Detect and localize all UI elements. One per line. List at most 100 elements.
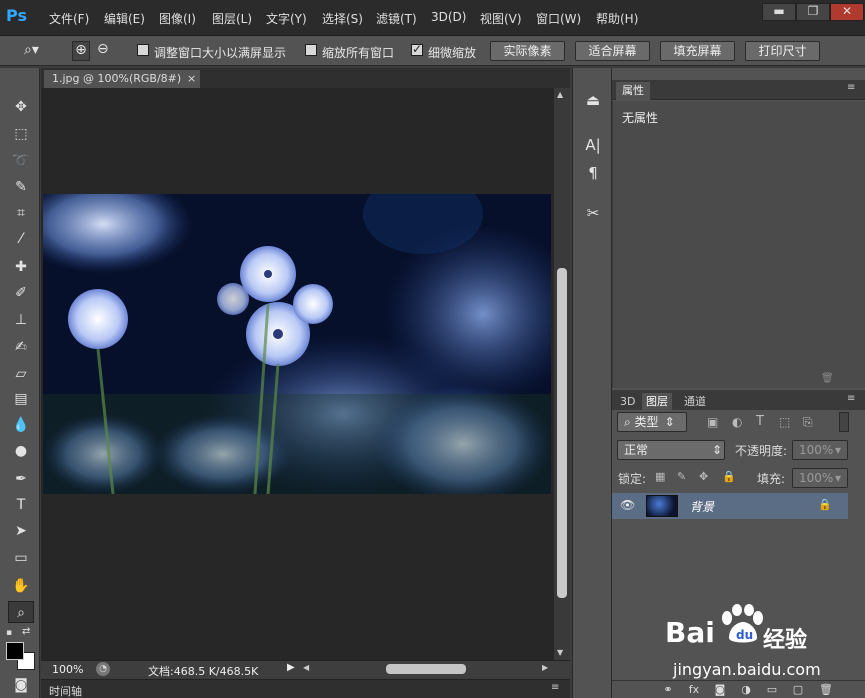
tab-layers[interactable]: 图层 [642, 393, 672, 410]
history-panel-icon[interactable]: ⏏ [581, 88, 605, 112]
zoom-tool-icon[interactable]: ⌕ [8, 601, 34, 623]
layer-style-icon[interactable]: fx [686, 682, 702, 698]
menu-window[interactable]: 窗口(W) [536, 10, 581, 27]
lock-position-icon[interactable]: ✥ [699, 470, 708, 483]
character-panel-icon[interactable]: A| [581, 133, 605, 157]
lock-all-icon[interactable]: 🔒 [722, 470, 736, 483]
restore-button[interactable]: ❐ [796, 3, 830, 21]
document-tab[interactable]: 1.jpg @ 100%(RGB/8#) × [44, 70, 200, 88]
fit-screen-button[interactable]: 适合屏幕 [575, 41, 650, 61]
menu-image[interactable]: 图像(I) [159, 10, 196, 27]
blend-mode-dropdown[interactable]: 正常 ⇕ [617, 440, 725, 460]
minimize-button[interactable]: ▬ [762, 3, 796, 21]
menu-type[interactable]: 文字(Y) [266, 10, 307, 27]
move-tool-icon[interactable]: ✥ [8, 96, 34, 118]
document-image[interactable] [13, 174, 583, 504]
new-layer-icon[interactable]: ▢ [790, 682, 806, 698]
dodge-tool-icon[interactable]: ● [8, 440, 34, 462]
properties-trash-icon[interactable]: 🗑 [821, 373, 834, 384]
filter-toggle[interactable] [839, 412, 849, 432]
shape-tool-icon[interactable]: ▭ [8, 547, 34, 569]
pen-tool-icon[interactable]: ✒ [8, 468, 34, 490]
lasso-tool-icon[interactable]: ➰ [8, 150, 34, 172]
swap-colors-icon[interactable]: ⇄ [22, 626, 34, 638]
blur-tool-icon[interactable]: 💧 [8, 414, 34, 436]
gradient-tool-icon[interactable]: ▤ [8, 388, 34, 410]
resize-windows-checkbox[interactable] [137, 44, 149, 56]
lock-transparent-icon[interactable]: ▦ [655, 470, 665, 483]
vertical-scrollbar[interactable]: ▲ ▼ [554, 88, 570, 660]
hand-tool-icon[interactable]: ✋ [8, 575, 34, 597]
paragraph-panel-icon[interactable]: ¶ [581, 161, 605, 185]
filter-smart-object-icon[interactable]: ⎘ [803, 415, 813, 430]
lock-pixels-icon[interactable]: ✎ [677, 470, 686, 483]
link-layers-icon[interactable]: ⚭ [660, 682, 676, 698]
new-adjustment-icon[interactable]: ◑ [738, 682, 754, 698]
type-tool-icon[interactable]: T [8, 494, 34, 516]
zoom-level[interactable]: 100% [52, 663, 83, 676]
filter-adjustment-icon[interactable]: ◐ [732, 415, 742, 429]
filter-type-icon[interactable]: T [756, 414, 764, 429]
menu-select[interactable]: 选择(S) [322, 10, 363, 27]
foreground-color-swatch[interactable] [6, 642, 24, 660]
layers-menu-icon[interactable]: ≡ [847, 393, 855, 404]
properties-tab[interactable]: 属性 [616, 82, 650, 100]
menu-view[interactable]: 视图(V) [480, 10, 522, 27]
stamp-tool-icon[interactable]: ⊥ [8, 309, 34, 331]
eyedropper-tool-icon[interactable]: ⁄ [8, 228, 34, 250]
delete-layer-icon[interactable]: 🗑 [818, 682, 834, 698]
healing-brush-tool-icon[interactable]: ✚ [8, 256, 34, 278]
scroll-left-icon[interactable]: ◀ [303, 663, 309, 672]
zoom-all-windows-checkbox[interactable] [305, 44, 317, 56]
scroll-right-icon[interactable]: ▶ [542, 663, 548, 672]
fill-value: 100% [799, 471, 834, 485]
add-mask-icon[interactable]: ◙ [712, 682, 728, 698]
layer-row-background[interactable]: 👁 背景 🔒 [612, 493, 848, 519]
actual-pixels-button[interactable]: 实际像素 [490, 41, 565, 61]
eraser-tool-icon[interactable]: ▱ [8, 363, 34, 385]
fill-input[interactable]: 100% ▾ [792, 468, 848, 488]
tab-channels[interactable]: 通道 [680, 393, 710, 410]
tab-close-icon[interactable]: × [187, 70, 196, 88]
scrubby-zoom-checkbox[interactable] [411, 42, 423, 56]
crop-tool-icon[interactable]: ⌗ [8, 202, 34, 224]
filter-pixel-icon[interactable]: ▣ [707, 415, 718, 429]
timeline-tab[interactable]: 时间轴 [49, 683, 82, 698]
layer-visibility-eye-icon[interactable]: 👁 [620, 498, 635, 512]
properties-menu-icon[interactable]: ≡ [847, 82, 855, 93]
scroll-down-icon[interactable]: ▼ [557, 648, 563, 657]
path-select-tool-icon[interactable]: ➤ [8, 520, 34, 542]
menu-layer[interactable]: 图层(L) [212, 10, 252, 27]
menu-3d[interactable]: 3D(D) [431, 10, 466, 24]
zoom-tool-preset-icon[interactable]: ⌕▾ [24, 42, 39, 58]
zoom-in-icon[interactable]: ⊕ [72, 41, 90, 61]
zoom-out-icon[interactable]: ⊖ [97, 41, 109, 57]
new-group-icon[interactable]: ▭ [764, 682, 780, 698]
menu-file[interactable]: 文件(F) [49, 10, 89, 27]
document-info[interactable]: 文档:468.5 K/468.5K [148, 663, 258, 679]
print-size-button[interactable]: 打印尺寸 [745, 41, 820, 61]
opacity-input[interactable]: 100% ▾ [792, 440, 848, 460]
share-icon[interactable]: ◔ [96, 662, 110, 676]
status-menu-arrow-icon[interactable]: ▶ [287, 662, 295, 673]
tab-3d[interactable]: 3D [616, 393, 639, 410]
timeline-menu-icon[interactable]: ≡ [551, 682, 559, 693]
tool-presets-icon[interactable]: ✂ [581, 201, 605, 225]
quick-select-tool-icon[interactable]: ✎ [8, 176, 34, 198]
history-brush-tool-icon[interactable]: ✍ [8, 336, 34, 358]
close-button[interactable]: ✕ [830, 3, 864, 21]
brush-tool-icon[interactable]: ✐ [8, 282, 34, 304]
vertical-scroll-thumb[interactable] [557, 268, 567, 598]
fill-screen-button[interactable]: 填充屏幕 [660, 41, 735, 61]
menu-edit[interactable]: 编辑(E) [104, 10, 145, 27]
menu-filter[interactable]: 滤镜(T) [376, 10, 417, 27]
quick-mask-icon[interactable]: ◙ [8, 674, 34, 696]
scroll-up-icon[interactable]: ▲ [557, 90, 563, 99]
layer-filter-kind[interactable]: ⌕ 类型 ⇕ [617, 412, 687, 432]
menu-help[interactable]: 帮助(H) [596, 10, 638, 27]
horizontal-scroll-thumb[interactable] [386, 664, 466, 674]
layer-name[interactable]: 背景 [690, 498, 714, 515]
filter-shape-icon[interactable]: ⬚ [779, 415, 790, 429]
marquee-tool-icon[interactable]: ⬚ [8, 123, 34, 145]
default-colors-icon[interactable]: ▪ [6, 628, 16, 638]
